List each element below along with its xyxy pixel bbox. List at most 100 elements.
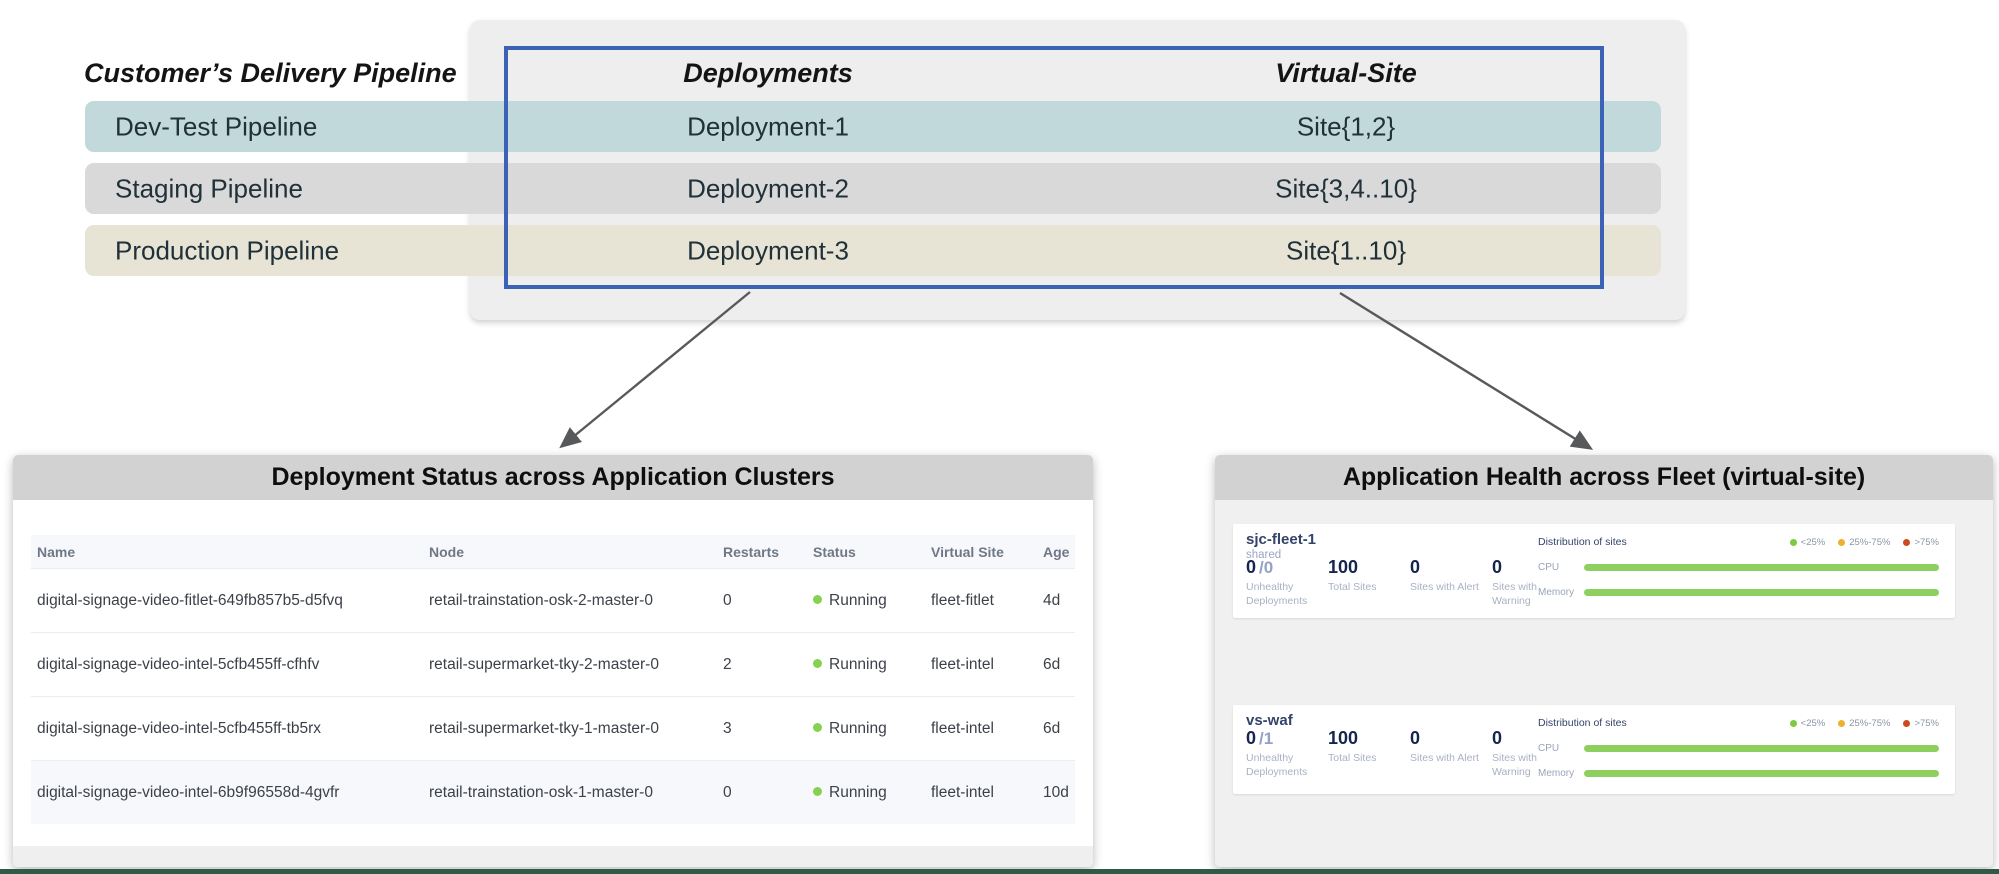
cell-virtual-site: fleet-intel xyxy=(925,697,1037,761)
cell-virtual-site: fleet-intel xyxy=(925,761,1037,825)
fleet-health-card: sjc-fleet-1 shared 0/0 Unhealthy Deploym… xyxy=(1233,524,1955,618)
metric-sites-with-alert: 0 Sites with Alert xyxy=(1410,557,1492,608)
metric-label: Sites with Alert xyxy=(1410,752,1488,766)
cell-age: 6d xyxy=(1037,633,1075,697)
deployment-status-table: Name Node Restarts Status Virtual Site A… xyxy=(31,535,1075,824)
cell-node: retail-supermarket-tky-1-master-0 xyxy=(423,697,717,761)
metric-value: 0 xyxy=(1410,557,1420,577)
virtual-site-set: Site{1,2} xyxy=(1297,111,1395,142)
metric-unhealthy-deployments: 0/1 Unhealthy Deployments xyxy=(1246,728,1328,779)
legend-item: 25%-75% xyxy=(1838,718,1890,729)
pipeline-table-title: Customer’s Delivery Pipeline xyxy=(84,58,457,89)
bottom-accent-bar xyxy=(0,869,1999,874)
status-text: Running xyxy=(829,720,887,737)
cpu-bar-row: CPU xyxy=(1538,743,1939,754)
memory-bar-row: Memory xyxy=(1538,587,1939,598)
legend-dot-green-icon xyxy=(1790,539,1797,546)
pipeline-row-dev-test: Dev-Test Pipeline Deployment-1 Site{1,2} xyxy=(85,101,1661,152)
pipeline-name: Production Pipeline xyxy=(115,235,339,266)
metric-suffix: /0 xyxy=(1259,558,1273,577)
fleet-name: sjc-fleet-1 xyxy=(1246,531,1316,548)
column-header-deployments: Deployments xyxy=(683,58,853,89)
column-header-virtual-site: Virtual-Site xyxy=(1275,58,1417,89)
memory-bar xyxy=(1584,589,1939,596)
status-dot-icon xyxy=(813,595,822,604)
legend-item: >75% xyxy=(1903,718,1939,729)
cpu-bar-fill xyxy=(1584,745,1939,752)
metric-label: Unhealthy Deployments xyxy=(1246,581,1324,608)
col-age: Age xyxy=(1037,535,1075,569)
cell-restarts: 0 xyxy=(717,569,807,633)
table-row: digital-signage-video-intel-5cfb455ff-cf… xyxy=(31,633,1075,697)
cell-virtual-site: fleet-intel xyxy=(925,633,1037,697)
cell-age: 4d xyxy=(1037,569,1075,633)
pipeline-name: Staging Pipeline xyxy=(115,173,303,204)
table-row: digital-signage-video-fitlet-649fb857b5-… xyxy=(31,569,1075,633)
metric-label: Sites with Alert xyxy=(1410,581,1488,595)
deployment-name: Deployment-1 xyxy=(687,111,849,142)
table-row: digital-signage-video-intel-6b9f96558d-4… xyxy=(31,761,1075,825)
deployment-status-title: Deployment Status across Application Clu… xyxy=(13,455,1093,500)
col-name: Name xyxy=(31,535,423,569)
fleet-health-card: vs-waf 0/1 Unhealthy Deployments 100 Tot… xyxy=(1233,705,1955,794)
application-health-panel: Application Health across Fleet (virtual… xyxy=(1215,455,1993,867)
metric-value: 100 xyxy=(1328,557,1358,577)
col-node: Node xyxy=(423,535,717,569)
status-text: Running xyxy=(829,784,887,801)
status-dot-icon xyxy=(813,659,822,668)
metric-label: Unhealthy Deployments xyxy=(1246,752,1324,779)
legend-dot-green-icon xyxy=(1790,720,1797,727)
pipeline-row-staging: Staging Pipeline Deployment-2 Site{3,4..… xyxy=(85,163,1661,214)
cell-status: Running xyxy=(807,697,925,761)
distribution-legend: <25% 25%-75% >75% xyxy=(1790,718,1939,729)
cell-node: retail-trainstation-osk-1-master-0 xyxy=(423,761,717,825)
cell-node: retail-supermarket-tky-2-master-0 xyxy=(423,633,717,697)
pipeline-row-production: Production Pipeline Deployment-3 Site{1.… xyxy=(85,225,1661,276)
col-status: Status xyxy=(807,535,925,569)
metric-value: 0 xyxy=(1410,728,1420,748)
diagram-canvas: Customer’s Delivery Pipeline Deployments… xyxy=(0,0,1999,874)
application-health-title: Application Health across Fleet (virtual… xyxy=(1215,455,1993,500)
memory-bar xyxy=(1584,770,1939,777)
bar-label: CPU xyxy=(1538,743,1584,754)
legend-dot-red-icon xyxy=(1903,720,1910,727)
memory-bar-fill xyxy=(1584,589,1939,596)
deployment-name: Deployment-2 xyxy=(687,173,849,204)
legend-label: <25% xyxy=(1801,537,1826,548)
cell-status: Running xyxy=(807,633,925,697)
status-dot-icon xyxy=(813,723,822,732)
fleet-name: vs-waf xyxy=(1246,712,1293,729)
deployment-status-panel: Deployment Status across Application Clu… xyxy=(13,455,1093,867)
cell-virtual-site: fleet-fitlet xyxy=(925,569,1037,633)
virtual-site-set: Site{1..10} xyxy=(1286,235,1406,266)
cell-status: Running xyxy=(807,761,925,825)
cpu-bar-row: CPU xyxy=(1538,562,1939,573)
metric-value: 0 xyxy=(1492,728,1502,748)
panel-footer xyxy=(13,846,1093,867)
bar-label: Memory xyxy=(1538,768,1584,779)
metric-suffix: /1 xyxy=(1259,729,1273,748)
fleet-metrics: 0/0 Unhealthy Deployments 100 Total Site… xyxy=(1246,557,1574,608)
legend-item: 25%-75% xyxy=(1838,537,1890,548)
legend-dot-red-icon xyxy=(1903,539,1910,546)
distribution-legend: <25% 25%-75% >75% xyxy=(1790,537,1939,548)
distribution-of-sites: Distribution of sites <25% 25%-75% >75% … xyxy=(1538,536,1939,598)
cell-node: retail-trainstation-osk-2-master-0 xyxy=(423,569,717,633)
status-dot-icon xyxy=(813,787,822,796)
metric-value: 100 xyxy=(1328,728,1358,748)
legend-label: >75% xyxy=(1914,537,1939,548)
cell-restarts: 3 xyxy=(717,697,807,761)
status-text: Running xyxy=(829,656,887,673)
cpu-bar xyxy=(1584,564,1939,571)
table-row: digital-signage-video-intel-5cfb455ff-tb… xyxy=(31,697,1075,761)
legend-label: 25%-75% xyxy=(1849,718,1890,729)
col-virtual-site: Virtual Site xyxy=(925,535,1037,569)
metric-sites-with-alert: 0 Sites with Alert xyxy=(1410,728,1492,779)
metric-value: 0 xyxy=(1246,557,1256,577)
fleet-metrics: 0/1 Unhealthy Deployments 100 Total Site… xyxy=(1246,728,1574,779)
virtual-site-set: Site{3,4..10} xyxy=(1275,173,1417,204)
cell-restarts: 2 xyxy=(717,633,807,697)
legend-item: >75% xyxy=(1903,537,1939,548)
table-header-row: Name Node Restarts Status Virtual Site A… xyxy=(31,535,1075,569)
legend-label: 25%-75% xyxy=(1849,537,1890,548)
